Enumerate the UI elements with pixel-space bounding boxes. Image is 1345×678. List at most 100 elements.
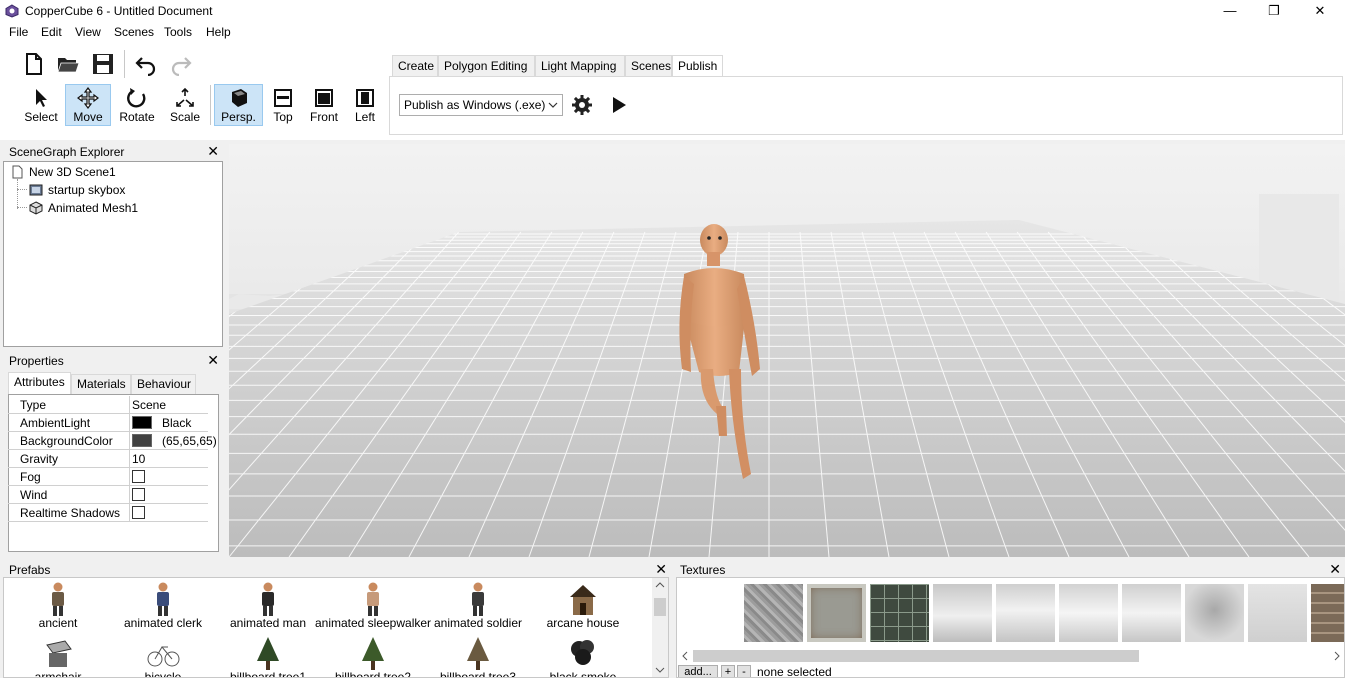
chevron-right-icon[interactable] bbox=[1333, 651, 1341, 661]
zoom-out-button[interactable]: - bbox=[737, 665, 751, 677]
menu-view[interactable]: View bbox=[75, 25, 101, 39]
front-view-button[interactable]: Front bbox=[305, 85, 343, 125]
chevron-down-icon[interactable] bbox=[655, 666, 665, 674]
texture-thumb-tiles[interactable] bbox=[870, 584, 929, 642]
prefab-item[interactable]: animated soldier bbox=[426, 578, 530, 632]
properties-close-icon[interactable]: ✕ bbox=[207, 352, 219, 369]
prefabs-scrollbar[interactable] bbox=[652, 578, 668, 677]
prefab-item[interactable]: black smoke bbox=[531, 632, 635, 677]
3d-viewport[interactable] bbox=[229, 144, 1345, 557]
tab-publish[interactable]: Publish bbox=[672, 55, 723, 76]
prefab-item[interactable]: animated man bbox=[216, 578, 320, 632]
chevron-up-icon[interactable] bbox=[655, 581, 665, 589]
tab-materials[interactable]: Materials bbox=[71, 374, 131, 394]
texture-thumb-stone[interactable] bbox=[744, 584, 803, 642]
move-tool-button[interactable]: Move bbox=[65, 84, 111, 126]
mesh-cube-icon bbox=[29, 201, 43, 215]
tab-attributes[interactable]: Attributes bbox=[8, 372, 71, 394]
property-row[interactable]: AmbientLight Black bbox=[8, 414, 208, 432]
maximize-button[interactable]: ❐ bbox=[1251, 0, 1297, 22]
color-swatch[interactable] bbox=[132, 416, 152, 429]
minimize-button[interactable]: — bbox=[1207, 0, 1253, 22]
scrollbar-thumb[interactable] bbox=[693, 650, 1139, 662]
property-row[interactable]: Realtime Shadows bbox=[8, 504, 208, 522]
texture-thumb-sky-6[interactable] bbox=[1248, 584, 1307, 642]
prefab-item[interactable]: billboard tree3 bbox=[426, 632, 530, 677]
prefab-item[interactable]: arcane house bbox=[531, 578, 635, 632]
texture-thumb-sky-5[interactable] bbox=[1185, 584, 1244, 642]
move-tool-label: Move bbox=[73, 110, 103, 124]
select-tool-button[interactable]: Select bbox=[20, 85, 62, 125]
prefab-thumbnail-icon bbox=[257, 637, 279, 670]
rotate-tool-button[interactable]: Rotate bbox=[115, 85, 159, 125]
property-row[interactable]: Fog bbox=[8, 468, 208, 486]
left-view-button[interactable]: Left bbox=[348, 85, 382, 125]
add-texture-button[interactable]: add... bbox=[678, 665, 718, 677]
property-row[interactable]: Gravity 10 bbox=[8, 450, 208, 468]
menu-file[interactable]: File bbox=[9, 25, 28, 39]
prefab-item[interactable]: ancient bbox=[6, 578, 110, 632]
property-name: Gravity bbox=[20, 452, 59, 466]
chevron-down-icon bbox=[548, 102, 558, 108]
document-icon bbox=[12, 165, 23, 179]
property-checkbox[interactable] bbox=[132, 470, 145, 483]
top-view-button[interactable]: Top bbox=[265, 85, 301, 125]
save-disk-icon[interactable] bbox=[91, 52, 115, 76]
prefab-item[interactable]: armchair bbox=[6, 632, 110, 677]
color-swatch[interactable] bbox=[132, 434, 152, 447]
undo-icon[interactable] bbox=[134, 52, 158, 76]
texture-thumb-sky-3[interactable] bbox=[1059, 584, 1118, 642]
texture-thumb-sky-4[interactable] bbox=[1122, 584, 1181, 642]
prefab-item[interactable]: billboard tree2 bbox=[321, 632, 425, 677]
scale-tool-label: Scale bbox=[169, 110, 201, 124]
tree-connector bbox=[17, 189, 27, 190]
tree-item-label: New 3D Scene1 bbox=[29, 165, 116, 179]
tab-light-mapping[interactable]: Light Mapping bbox=[535, 55, 625, 76]
tab-behaviour[interactable]: Behaviour bbox=[131, 374, 196, 394]
properties-title: Properties bbox=[9, 354, 64, 368]
perspective-view-label: Persp. bbox=[221, 110, 256, 124]
redo-icon[interactable] bbox=[169, 52, 193, 76]
tab-scenes[interactable]: Scenes bbox=[625, 55, 672, 76]
prefab-item[interactable]: billboard tree1 bbox=[216, 632, 320, 677]
tree-item-label: Animated Mesh1 bbox=[48, 201, 139, 215]
menu-edit[interactable]: Edit bbox=[41, 25, 62, 39]
chevron-left-icon[interactable] bbox=[681, 651, 689, 661]
scrollbar-thumb[interactable] bbox=[654, 598, 666, 616]
prefab-item[interactable]: animated clerk bbox=[111, 578, 215, 632]
gear-icon[interactable] bbox=[571, 94, 593, 116]
property-checkbox[interactable] bbox=[132, 506, 145, 519]
scenegraph-close-icon[interactable]: ✕ bbox=[207, 143, 219, 160]
prefab-item[interactable]: animated sleepwalker bbox=[315, 578, 431, 632]
play-icon[interactable] bbox=[610, 96, 628, 114]
property-checkbox[interactable] bbox=[132, 488, 145, 501]
scale-tool-button[interactable]: Scale bbox=[165, 85, 205, 125]
tree-connector bbox=[17, 179, 19, 209]
tab-create[interactable]: Create bbox=[392, 55, 438, 76]
new-document-icon[interactable] bbox=[22, 52, 46, 76]
prefabs-close-icon[interactable]: ✕ bbox=[655, 561, 667, 578]
open-folder-icon[interactable] bbox=[56, 52, 80, 76]
texture-thumb-sky-2[interactable] bbox=[996, 584, 1055, 642]
perspective-view-button[interactable]: Persp. bbox=[214, 84, 263, 126]
prefab-item[interactable]: bicycle bbox=[111, 632, 215, 677]
property-row[interactable]: Type Scene bbox=[8, 396, 208, 414]
texture-thumb-metal[interactable] bbox=[807, 584, 866, 642]
prefab-thumbnail-icon bbox=[52, 582, 64, 616]
menu-tools[interactable]: Tools bbox=[164, 25, 192, 39]
prefab-thumbnail-icon bbox=[362, 637, 384, 670]
texture-thumb-brick[interactable] bbox=[1311, 584, 1344, 642]
property-row[interactable]: Wind bbox=[8, 486, 208, 504]
close-button[interactable]: ✕ bbox=[1297, 0, 1343, 22]
left-view-icon bbox=[356, 89, 374, 107]
zoom-in-button[interactable]: + bbox=[721, 665, 735, 677]
menu-help[interactable]: Help bbox=[206, 25, 231, 39]
property-row[interactable]: BackgroundColor (65,65,65) bbox=[8, 432, 217, 450]
toolbar-separator bbox=[210, 85, 211, 125]
publish-target-select[interactable]: Publish as Windows (.exe) bbox=[399, 94, 563, 116]
textures-close-icon[interactable]: ✕ bbox=[1329, 561, 1341, 578]
texture-thumb-sky-1[interactable] bbox=[933, 584, 992, 642]
property-divider bbox=[129, 504, 130, 522]
menu-scenes[interactable]: Scenes bbox=[114, 25, 154, 39]
tab-polygon-editing[interactable]: Polygon Editing bbox=[438, 55, 535, 76]
